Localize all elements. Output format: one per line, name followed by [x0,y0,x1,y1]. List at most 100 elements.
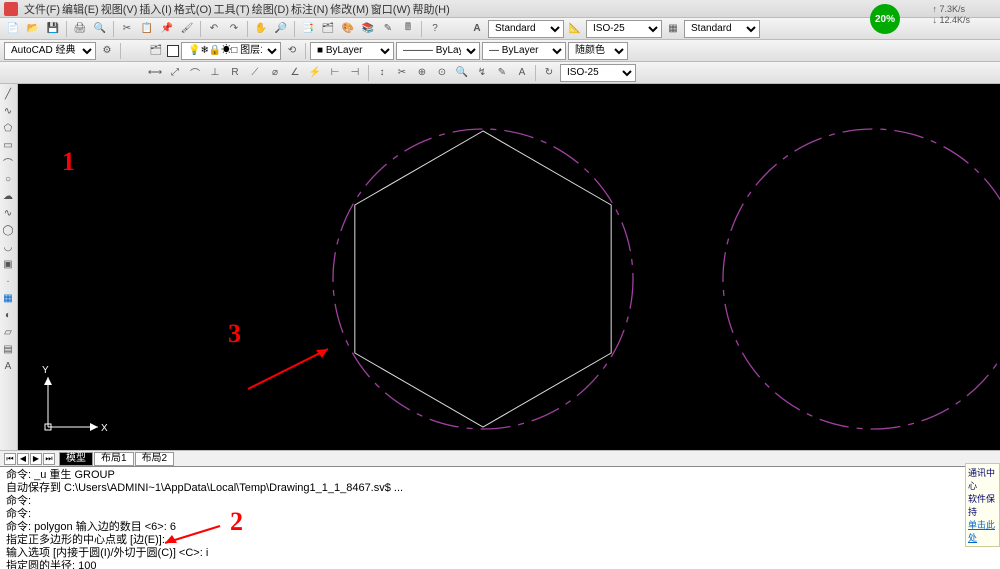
circle-tool-icon[interactable]: ○ [0,171,16,187]
dim-quick-icon[interactable]: ⚡ [306,64,324,82]
workspace-combo[interactable]: AutoCAD 经典 [4,42,96,60]
dim-jogged-icon[interactable]: ⟋ [246,64,264,82]
table-style-icon[interactable]: ▦ [664,20,682,38]
revcloud-tool-icon[interactable]: ☁ [0,188,16,204]
help-icon[interactable]: ? [426,20,444,38]
new-icon[interactable]: 📄 [4,20,22,38]
design-center-icon[interactable]: 🗂 [319,20,337,38]
hatch-tool-icon[interactable]: ▦ [0,290,16,306]
jogged-linear-icon[interactable]: ↯ [473,64,491,82]
menu-view[interactable]: 视图(V) [101,1,138,17]
inspect-icon[interactable]: 🔍 [453,64,471,82]
dim-style-combo[interactable]: ISO-25 [586,20,662,38]
dim-diameter-icon[interactable]: ⌀ [266,64,284,82]
markup-icon[interactable]: ✎ [379,20,397,38]
dim-style-icon[interactable]: 📐 [566,20,584,38]
dim-edit-icon[interactable]: ✎ [493,64,511,82]
redo-icon[interactable]: ↷ [225,20,243,38]
lineweight-combo[interactable]: — ByLayer [482,42,566,60]
popup-link[interactable]: 单击此处 [968,520,995,543]
pline-tool-icon[interactable]: ∿ [0,103,16,119]
arc-tool-icon[interactable]: ⌒ [0,154,16,170]
drawing-canvas[interactable]: 1 3 X Y [18,84,1000,450]
line-tool-icon[interactable]: ╱ [0,86,16,102]
print-icon[interactable]: 🖨 [71,20,89,38]
layer-combo[interactable]: 💡❄🔒☀□ 图层1 [181,42,281,60]
save-icon[interactable]: 💾 [44,20,62,38]
canvas-circle-2[interactable] [723,129,1000,429]
zoom-icon[interactable]: 🔎 [272,20,290,38]
copy-icon[interactable]: 📋 [138,20,156,38]
tab-model[interactable]: 模型 [59,452,93,466]
polygon-tool-icon[interactable]: ⬠ [0,120,16,136]
dim-arc-icon[interactable]: ⌒ [186,64,204,82]
menu-dim[interactable]: 标注(N) [291,1,328,17]
tab-first-icon[interactable]: ⏮ [4,453,16,465]
cut-icon[interactable]: ✂ [118,20,136,38]
table-style-combo[interactable]: Standard [684,20,760,38]
layer-props-icon[interactable]: 🗂 [147,42,165,60]
menu-help[interactable]: 帮助(H) [413,1,450,17]
paste-icon[interactable]: 📌 [158,20,176,38]
sheet-set-icon[interactable]: 📚 [359,20,377,38]
menu-format[interactable]: 格式(O) [174,1,212,17]
tab-layout2[interactable]: 布局2 [135,452,175,466]
tab-last-icon[interactable]: ⏭ [43,453,55,465]
dim-linear-icon[interactable]: ⟷ [146,64,164,82]
layer-prev-icon[interactable]: ⟲ [283,42,301,60]
menu-modify[interactable]: 修改(M) [330,1,369,17]
linetype-combo[interactable]: ——— ByLayer [396,42,480,60]
dim-aligned-icon[interactable]: ⤢ [166,64,184,82]
rect-tool-icon[interactable]: ▭ [0,137,16,153]
pan-icon[interactable]: ✋ [252,20,270,38]
dim-angular-icon[interactable]: ∠ [286,64,304,82]
spline-tool-icon[interactable]: ∿ [0,205,16,221]
dim-radius-icon[interactable]: R [226,64,244,82]
dim-space-icon[interactable]: ↕ [373,64,391,82]
text-style-icon[interactable]: A [468,20,486,38]
comm-center-popup[interactable]: 通讯中心 软件保持 单击此处 [965,463,1000,547]
dim-ordinate-icon[interactable]: ⊥ [206,64,224,82]
dim-style-combo-2[interactable]: ISO-25 [560,64,636,82]
open-icon[interactable]: 📂 [24,20,42,38]
ellipse-tool-icon[interactable]: ◯ [0,222,16,238]
menu-insert[interactable]: 插入(I) [139,1,171,17]
calc-icon[interactable]: 🖩 [399,20,417,38]
popup-line: 软件保持 [968,492,997,518]
stat-badge[interactable]: 20% [870,4,900,34]
tolerance-icon[interactable]: ⊕ [413,64,431,82]
dim-text-edit-icon[interactable]: A [513,64,531,82]
menu-edit[interactable]: 编辑(E) [62,1,99,17]
tab-prev-icon[interactable]: ◀ [17,453,29,465]
block-tool-icon[interactable]: ▣ [0,256,16,272]
ellipse-arc-tool-icon[interactable]: ◡ [0,239,16,255]
center-mark-icon[interactable]: ⊙ [433,64,451,82]
tab-next-icon[interactable]: ▶ [30,453,42,465]
dim-continue-icon[interactable]: ⊣ [346,64,364,82]
match-icon[interactable]: 🖌 [178,20,196,38]
text-style-combo[interactable]: Standard [488,20,564,38]
menu-window[interactable]: 窗口(W) [371,1,411,17]
menu-tools[interactable]: 工具(T) [214,1,250,17]
canvas-circle-1[interactable] [333,129,633,429]
canvas-hexagon[interactable] [355,131,611,427]
menu-file[interactable]: 文件(F) [24,1,60,17]
plotstyle-combo[interactable]: 随颜色 [568,42,628,60]
gradient-tool-icon[interactable]: ◐ [0,307,16,323]
command-panel[interactable]: 命令: _u 重生 GROUP 自动保存到 C:\Users\ADMINI~1\… [0,466,1000,569]
plot-preview-icon[interactable]: 🔍 [91,20,109,38]
tab-layout1[interactable]: 布局1 [94,452,134,466]
undo-icon[interactable]: ↶ [205,20,223,38]
tool-palette-icon[interactable]: 🎨 [339,20,357,38]
workspace-settings-icon[interactable]: ⚙ [98,42,116,60]
region-tool-icon[interactable]: ▱ [0,324,16,340]
dim-update-icon[interactable]: ↻ [540,64,558,82]
color-combo[interactable]: ■ ByLayer [310,42,394,60]
table-tool-icon[interactable]: ▤ [0,341,16,357]
menu-draw[interactable]: 绘图(D) [252,1,289,17]
text-tool-icon[interactable]: A [0,358,16,374]
dim-baseline-icon[interactable]: ⊢ [326,64,344,82]
dim-break-icon[interactable]: ✂ [393,64,411,82]
properties-icon[interactable]: 📑 [299,20,317,38]
point-tool-icon[interactable]: · [0,273,16,289]
